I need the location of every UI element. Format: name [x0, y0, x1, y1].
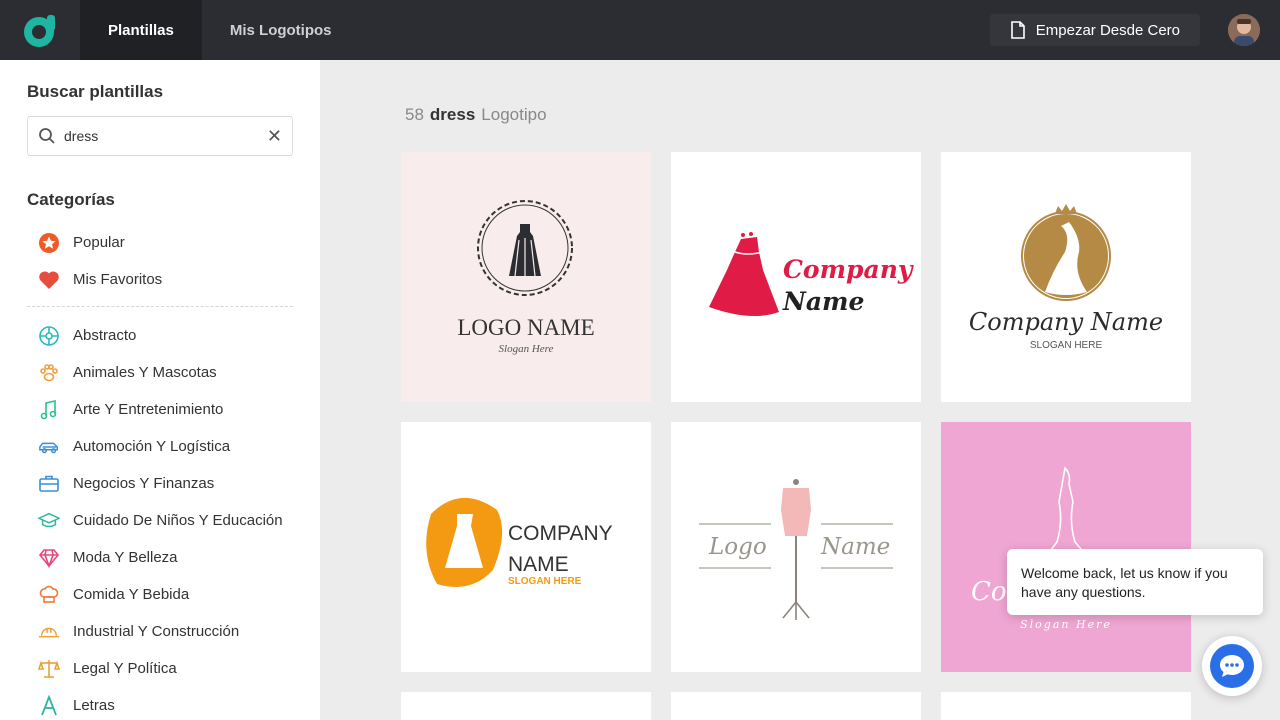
- category-label: Arte Y Entretenimiento: [73, 401, 224, 418]
- category-educacion[interactable]: Cuidado De Niños Y Educación: [27, 502, 293, 539]
- abstract-swirl-icon: [38, 325, 60, 347]
- template-text: Name: [820, 534, 890, 560]
- paw-icon: [38, 362, 60, 384]
- orange-dress-logo: COMPANY NAME SLOGAN HERE: [426, 497, 613, 587]
- user-avatar[interactable]: [1228, 14, 1260, 46]
- scales-icon: [38, 658, 60, 680]
- category-label: Animales Y Mascotas: [73, 364, 217, 381]
- template-card[interactable]: LOGO NAME Slogan Here: [401, 152, 651, 402]
- heart-icon: [38, 269, 60, 291]
- template-text: Company Name: [969, 308, 1163, 336]
- category-industrial[interactable]: Industrial Y Construcción: [27, 613, 293, 650]
- car-icon: [38, 436, 60, 458]
- category-label: Mis Favoritos: [73, 271, 163, 288]
- category-moda[interactable]: Moda Y Belleza: [27, 539, 293, 576]
- category-label: Popular: [73, 234, 125, 251]
- start-from-scratch-button[interactable]: Empezar Desde Cero: [989, 14, 1200, 46]
- categories-heading: Categorías: [27, 190, 115, 209]
- music-note-icon: [38, 399, 60, 421]
- search-heading: Buscar plantillas: [27, 82, 164, 101]
- category-abstracto[interactable]: Abstracto: [27, 317, 293, 354]
- template-text: LOGO NAME: [457, 315, 594, 340]
- start-button-label: Empezar Desde Cero: [1035, 21, 1180, 39]
- document-icon: [1010, 21, 1025, 39]
- category-label: Automoción Y Logística: [73, 438, 231, 455]
- chef-hat-icon: [38, 584, 60, 606]
- category-label: Legal Y Política: [73, 660, 177, 677]
- tab-plantillas[interactable]: Plantillas: [80, 0, 202, 60]
- results-kind: Logotipo: [481, 105, 547, 124]
- search-icon: [39, 128, 55, 144]
- pink-gown-logo: Co Slogan Here: [971, 466, 1114, 631]
- search-input[interactable]: [64, 128, 254, 144]
- template-card[interactable]: [401, 692, 651, 720]
- template-text: SLOGAN HERE: [1030, 340, 1103, 351]
- app-logo-icon: [24, 15, 55, 47]
- category-negocios[interactable]: Negocios Y Finanzas: [27, 465, 293, 502]
- category-list-main: Abstracto Animales Y Mascotas Arte Y Ent…: [27, 317, 293, 720]
- template-text: Co: [971, 577, 1007, 607]
- results-count: 58: [405, 105, 424, 124]
- briefcase-icon: [38, 473, 60, 495]
- results-query: dress: [429, 105, 476, 124]
- chat-welcome-message[interactable]: Welcome back, let us know if you have an…: [1007, 549, 1263, 615]
- letter-a-icon: [38, 694, 60, 717]
- template-card[interactable]: Company Name: [671, 152, 921, 402]
- chat-launcher-button[interactable]: [1202, 636, 1262, 696]
- category-label: Letras: [73, 697, 115, 714]
- category-arte[interactable]: Arte Y Entretenimiento: [27, 391, 293, 428]
- template-text: NAME: [508, 553, 569, 576]
- user-photo-icon: [1228, 14, 1260, 46]
- template-card[interactable]: Logo Name: [671, 422, 921, 672]
- template-text: COMPANY: [508, 522, 613, 545]
- category-label: Cuidado De Niños Y Educación: [73, 512, 283, 529]
- gold-circle-dress-logo: Company Name SLOGAN HERE: [969, 204, 1163, 351]
- category-label: Industrial Y Construcción: [73, 623, 240, 640]
- graduation-cap-icon: [38, 510, 60, 532]
- dress-wreath-logo: LOGO NAME Slogan Here: [457, 200, 595, 355]
- category-automocion[interactable]: Automoción Y Logística: [27, 428, 293, 465]
- star-badge-icon: [38, 232, 60, 254]
- tab-mis-logotipos[interactable]: Mis Logotipos: [202, 0, 360, 60]
- category-animales[interactable]: Animales Y Mascotas: [27, 354, 293, 391]
- category-comida[interactable]: Comida Y Bebida: [27, 576, 293, 613]
- template-text: Slogan Here: [499, 343, 554, 355]
- template-card[interactable]: COMPANY NAME SLOGAN HERE: [401, 422, 651, 672]
- template-card[interactable]: [671, 692, 921, 720]
- clear-search-icon[interactable]: ✕: [267, 127, 282, 145]
- main-content: 58 dress Logotipo LOGO NAME Slogan Here Co…: [320, 60, 1280, 720]
- category-label: Moda Y Belleza: [73, 549, 178, 566]
- sidebar: Buscar plantillas ✕ Categorías Popular M…: [0, 60, 320, 720]
- category-favoritos[interactable]: Mis Favoritos: [27, 261, 293, 298]
- template-card[interactable]: [941, 692, 1191, 720]
- template-text: Company: [783, 255, 914, 284]
- top-navigation-bar: Plantillas Mis Logotipos Empezar Desde C…: [0, 0, 1280, 60]
- diamond-icon: [38, 547, 60, 569]
- template-text: Name: [782, 287, 864, 316]
- red-dress-logo: Company Name: [709, 232, 914, 316]
- category-list: Popular Mis Favoritos: [27, 224, 293, 298]
- category-label: Abstracto: [73, 327, 137, 344]
- category-letras[interactable]: Letras: [27, 687, 293, 720]
- chat-button-inner: [1210, 644, 1254, 688]
- chat-icon: [1220, 655, 1244, 677]
- template-card[interactable]: Company Name SLOGAN HERE: [941, 152, 1191, 402]
- category-label: Comida Y Bebida: [73, 586, 190, 603]
- search-box: ✕: [27, 116, 293, 156]
- results-summary: 58 dress Logotipo: [405, 105, 547, 125]
- app-logo[interactable]: [0, 0, 80, 60]
- hard-hat-icon: [38, 621, 60, 643]
- category-divider: [27, 306, 293, 307]
- template-text: SLOGAN HERE: [508, 576, 582, 587]
- category-label: Negocios Y Finanzas: [73, 475, 215, 492]
- template-card[interactable]: Co Slogan Here: [941, 422, 1191, 672]
- mannequin-logo: Logo Name: [699, 479, 893, 620]
- template-text: Slogan Here: [1020, 618, 1112, 631]
- template-text: Logo: [708, 534, 767, 560]
- category-popular[interactable]: Popular: [27, 224, 293, 261]
- category-legal[interactable]: Legal Y Política: [27, 650, 293, 687]
